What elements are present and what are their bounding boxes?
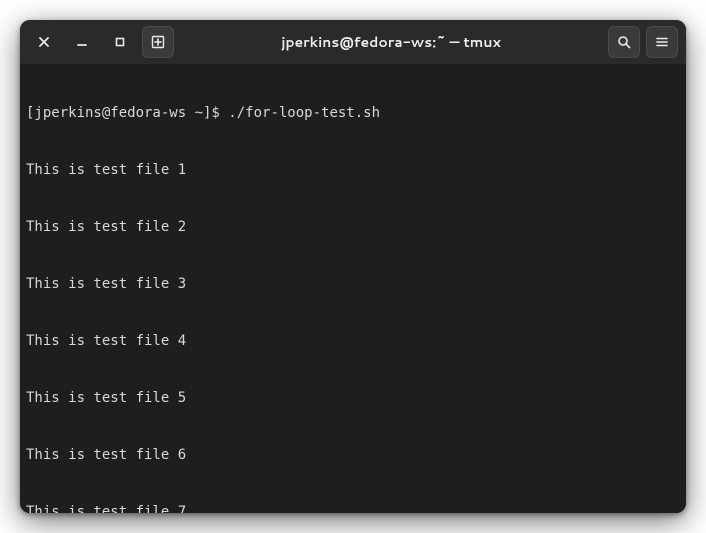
- terminal-window: jperkins@fedora-ws:~ — tmux [jperkins@fe…: [20, 20, 686, 513]
- prompt: [jperkins@fedora-ws ~]$: [26, 105, 228, 121]
- terminal-output-line: This is test file 5: [26, 389, 680, 408]
- new-tab-icon: [151, 35, 165, 49]
- terminal-output-line: This is test file 4: [26, 332, 680, 351]
- command-text: ./for-loop-test.sh: [228, 105, 380, 121]
- menu-button[interactable]: [646, 26, 678, 58]
- terminal-output-line: This is test file 7: [26, 503, 680, 513]
- hamburger-icon: [655, 35, 669, 49]
- terminal-area[interactable]: [jperkins@fedora-ws ~]$ ./for-loop-test.…: [20, 64, 686, 513]
- terminal-content: [jperkins@fedora-ws ~]$ ./for-loop-test.…: [26, 66, 680, 513]
- terminal-output-line: This is test file 2: [26, 218, 680, 237]
- window-title: jperkins@fedora-ws:~ — tmux: [180, 32, 602, 52]
- search-icon: [617, 35, 631, 49]
- search-button[interactable]: [608, 26, 640, 58]
- terminal-line-command: [jperkins@fedora-ws ~]$ ./for-loop-test.…: [26, 104, 680, 123]
- terminal-output-line: This is test file 1: [26, 161, 680, 180]
- terminal-output-line: This is test file 6: [26, 446, 680, 465]
- terminal-output-line: This is test file 3: [26, 275, 680, 294]
- titlebar: jperkins@fedora-ws:~ — tmux: [20, 20, 686, 64]
- close-icon: [38, 36, 50, 48]
- maximize-icon: [114, 36, 126, 48]
- minimize-icon: [76, 36, 88, 48]
- close-button[interactable]: [28, 26, 60, 58]
- new-tab-button[interactable]: [142, 26, 174, 58]
- minimize-button[interactable]: [66, 26, 98, 58]
- maximize-button[interactable]: [104, 26, 136, 58]
